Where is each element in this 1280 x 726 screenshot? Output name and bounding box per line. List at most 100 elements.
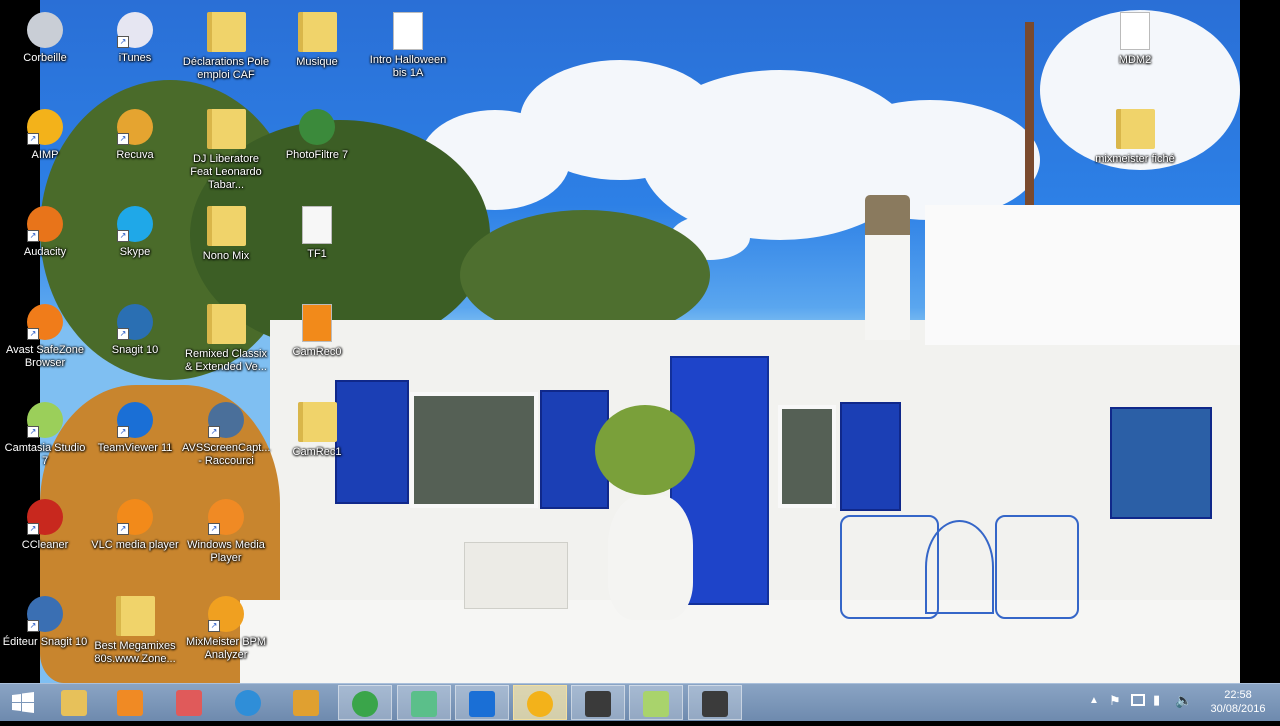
- aimp-icon: [527, 691, 553, 717]
- clock[interactable]: 22:58 30/08/2016: [1206, 688, 1270, 716]
- mixmeister-icon: [585, 691, 611, 717]
- desktop-icon[interactable]: ↗ VLC media player: [89, 493, 181, 552]
- taskbar-button[interactable]: [571, 685, 625, 720]
- start-button[interactable]: [0, 684, 46, 721]
- shortcut-arrow-icon: ↗: [27, 620, 39, 632]
- desktop-icon-label: PhotoFiltre 7: [285, 149, 349, 161]
- paint-icon: [176, 690, 202, 716]
- taskbar-button[interactable]: [338, 685, 392, 720]
- taskbar-button[interactable]: [280, 685, 334, 720]
- desktop-icon-label: CamRec0: [292, 346, 342, 358]
- shortcut-arrow-icon: ↗: [27, 328, 39, 340]
- shortcut-arrow-icon: ↗: [208, 426, 220, 438]
- ccleaner-icon: ↗: [27, 499, 63, 535]
- media-player-icon: [117, 690, 143, 716]
- flag-icon[interactable]: ⚑: [1109, 693, 1121, 709]
- desktop-icon[interactable]: ↗ Skype: [89, 200, 181, 259]
- avast-icon: ↗: [27, 304, 63, 340]
- desktop-icon[interactable]: ↗ AVSScreenCapt... - Raccourci: [180, 396, 272, 468]
- shortcut-arrow-icon: ↗: [27, 426, 39, 438]
- screen-capture-icon: ↗: [208, 402, 244, 438]
- desktop-icon[interactable]: TF1: [271, 200, 363, 261]
- desktop-icon[interactable]: ↗ AIMP: [0, 103, 91, 162]
- folder-icon: [206, 12, 246, 52]
- desktop-icon[interactable]: DJ Liberatore Feat Leonardo Tabar...: [180, 103, 272, 192]
- desktop-icon[interactable]: ↗ Avast SafeZone Browser: [0, 298, 91, 370]
- wav-file-icon: [1120, 12, 1150, 50]
- desktop-icon[interactable]: Musique: [271, 6, 363, 69]
- internet-explorer-icon: [235, 690, 261, 716]
- desktop-icon-label: Intro Halloween bis 1A: [369, 54, 447, 79]
- desktop-icon[interactable]: mixmeister fiché: [1089, 103, 1181, 166]
- shortcut-arrow-icon: ↗: [208, 620, 220, 632]
- desktop-icon[interactable]: ↗ Snagit 10: [89, 298, 181, 357]
- chrome-icon: [352, 691, 378, 717]
- desktop-icon[interactable]: PhotoFiltre 7: [271, 103, 363, 162]
- desktop-icon[interactable]: MDM2: [1089, 6, 1181, 67]
- folder-icon: [206, 109, 246, 149]
- teamviewer-icon: ↗: [117, 402, 153, 438]
- system-tray: ▲ ⚑ ▮ 🔈: [1085, 684, 1205, 721]
- folder-icon: [206, 206, 246, 246]
- desktop-icon-label: Best Megamixes 80s.www.Zone...: [94, 640, 176, 665]
- taskbar-button[interactable]: [48, 685, 102, 720]
- taskbar-button[interactable]: [104, 685, 158, 720]
- network-icon[interactable]: [1131, 694, 1145, 706]
- recuva-icon: ↗: [117, 109, 153, 145]
- shortcut-arrow-icon: ↗: [117, 230, 129, 242]
- camtasia-icon: [411, 691, 437, 717]
- taskbar-button[interactable]: [688, 685, 742, 720]
- audacity-icon: ↗: [27, 206, 63, 242]
- desktop-icon[interactable]: Remixed Classix & Extended Ve...: [180, 298, 272, 374]
- desktop-icon[interactable]: Intro Halloween bis 1A: [362, 6, 454, 80]
- shortcut-arrow-icon: ↗: [27, 523, 39, 535]
- volume-icon[interactable]: 🔈: [1175, 692, 1192, 709]
- desktop-icon[interactable]: Nono Mix: [180, 200, 272, 263]
- document-icon: [302, 206, 332, 244]
- taskbar-button[interactable]: [455, 685, 509, 720]
- taskbar-button[interactable]: [397, 685, 451, 720]
- notes-icon: [643, 691, 669, 717]
- shortcut-arrow-icon: ↗: [117, 36, 129, 48]
- desktop-icon[interactable]: ↗ iTunes: [89, 6, 181, 65]
- desktop-icon[interactable]: Best Megamixes 80s.www.Zone...: [89, 590, 181, 666]
- desktop-icon-label: Audacity: [23, 246, 67, 258]
- desktop-icon[interactable]: ↗ Camtasia Studio 7: [0, 396, 91, 468]
- teamviewer-icon: [469, 691, 495, 717]
- screen-border-right: [1240, 0, 1280, 683]
- folder-icon: [206, 304, 246, 344]
- desktop-icon[interactable]: ↗ Windows Media Player: [180, 493, 272, 565]
- desktop-icon[interactable]: ↗ CCleaner: [0, 493, 91, 552]
- desktop-icon[interactable]: ↗ Éditeur Snagit 10: [0, 590, 91, 649]
- photofiltre-icon: [299, 109, 335, 145]
- desktop-icon-label: Nono Mix: [202, 250, 250, 262]
- archive-icon: [293, 690, 319, 716]
- taskbar-button[interactable]: [629, 685, 683, 720]
- signal-icon[interactable]: ▮: [1153, 692, 1160, 708]
- desktop-icon[interactable]: ↗ MixMeister BPM Analyzer: [180, 590, 272, 662]
- desktop-icon[interactable]: ↗ Audacity: [0, 200, 91, 259]
- desktop-icon-label: Skype: [119, 246, 151, 258]
- desktop-icon[interactable]: ↗ TeamViewer 11: [89, 396, 181, 455]
- desktop-icon[interactable]: CamRec1: [271, 396, 363, 459]
- shortcut-arrow-icon: ↗: [117, 133, 129, 145]
- windows-media-player-icon: ↗: [208, 499, 244, 535]
- chevron-up-icon[interactable]: ▲: [1089, 695, 1099, 706]
- desktop-icon[interactable]: ↗ Recuva: [89, 103, 181, 162]
- taskbar-button[interactable]: [513, 685, 567, 720]
- taskbar: ▲ ⚑ ▮ 🔈 22:58 30/08/2016: [0, 683, 1280, 721]
- taskbar-button[interactable]: [163, 685, 217, 720]
- shortcut-arrow-icon: ↗: [117, 523, 129, 535]
- file-explorer-icon: [61, 690, 87, 716]
- desktop-icon[interactable]: Déclarations Pole emploi CAF: [180, 6, 272, 82]
- music-folder-icon: [297, 12, 337, 52]
- desktop-icon[interactable]: CamRec0: [271, 298, 363, 359]
- shortcut-arrow-icon: ↗: [117, 328, 129, 340]
- taskbar-button[interactable]: [222, 685, 276, 720]
- clock-date: 30/08/2016: [1210, 703, 1266, 715]
- desktop-icon-label: TeamViewer 11: [97, 442, 173, 454]
- desktop-icon[interactable]: Corbeille: [0, 6, 91, 65]
- windows-logo-icon: [12, 692, 34, 713]
- camtasia-icon: ↗: [27, 402, 63, 438]
- shortcut-arrow-icon: ↗: [27, 230, 39, 242]
